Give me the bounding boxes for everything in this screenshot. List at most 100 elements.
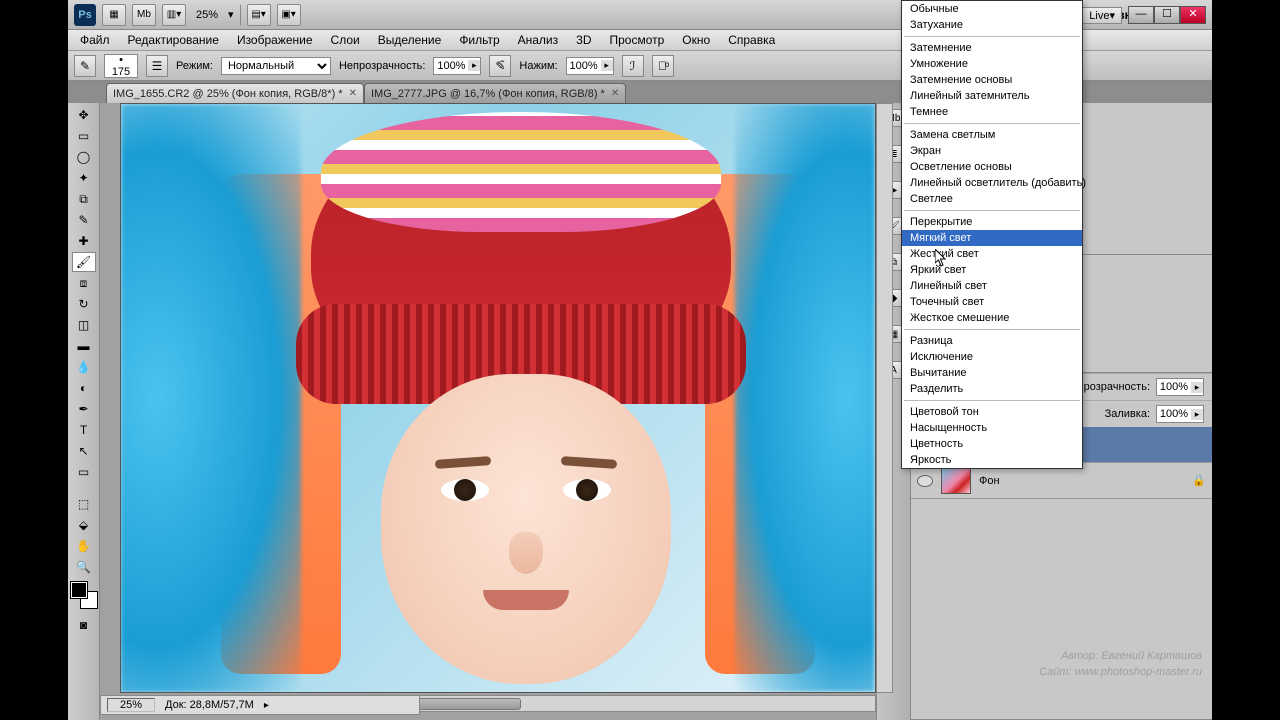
- blend-mode-option[interactable]: Точечный свет: [902, 294, 1082, 310]
- close-tab-icon[interactable]: ✕: [611, 88, 619, 99]
- blend-mode-option[interactable]: Умножение: [902, 56, 1082, 72]
- blend-mode-option[interactable]: Насыщенность: [902, 420, 1082, 436]
- blend-mode-option[interactable]: Экран: [902, 143, 1082, 159]
- current-tool-icon[interactable]: ✎: [74, 55, 96, 77]
- minibridge-icon[interactable]: Mb: [132, 4, 156, 26]
- dodge-tool-icon[interactable]: ◐: [72, 378, 96, 398]
- blend-mode-option[interactable]: Линейный осветлитель (добавить): [902, 175, 1082, 191]
- blend-mode-option[interactable]: Разница: [902, 333, 1082, 349]
- eraser-tool-icon[interactable]: ◫: [72, 315, 96, 335]
- blend-mode-select[interactable]: Нормальный: [221, 57, 331, 75]
- menu-view[interactable]: Просмотр: [601, 31, 672, 49]
- visibility-icon[interactable]: [917, 475, 933, 487]
- type-tool-icon[interactable]: T: [72, 420, 96, 440]
- minimize-button[interactable]: —: [1128, 6, 1154, 24]
- blend-mode-option[interactable]: Линейный свет: [902, 278, 1082, 294]
- menu-edit[interactable]: Редактирование: [120, 31, 227, 49]
- blend-mode-option[interactable]: Яркий свет: [902, 262, 1082, 278]
- pressure-opacity-icon[interactable]: ✎̃: [489, 55, 511, 77]
- menu-select[interactable]: Выделение: [370, 31, 450, 49]
- document-tab[interactable]: IMG_1655.CR2 @ 25% (Фон копия, RGB/8*) *…: [106, 83, 364, 103]
- blur-tool-icon[interactable]: 💧: [72, 357, 96, 377]
- blend-mode-dropdown[interactable]: ОбычныеЗатухание ЗатемнениеУмножениеЗатем…: [901, 0, 1083, 469]
- pressure-size-icon[interactable]: ✎ͦ: [652, 55, 674, 77]
- flow-label: Нажим:: [519, 60, 557, 72]
- menu-window[interactable]: Окно: [674, 31, 718, 49]
- menu-3d[interactable]: 3D: [568, 31, 599, 49]
- hand-tool-icon[interactable]: ✋: [72, 536, 96, 556]
- blend-mode-option[interactable]: Затемнение: [902, 40, 1082, 56]
- menu-layer[interactable]: Слои: [323, 31, 368, 49]
- blend-mode-option[interactable]: Осветление основы: [902, 159, 1082, 175]
- document-tab[interactable]: IMG_2777.JPG @ 16,7% (Фон копия, RGB/8) …: [364, 83, 626, 103]
- cs-live-button[interactable]: Live▾: [1082, 7, 1122, 24]
- blend-mode-option[interactable]: Разделить: [902, 381, 1082, 397]
- lasso-tool-icon[interactable]: ◯: [72, 147, 96, 167]
- vertical-scrollbar[interactable]: [876, 103, 893, 693]
- arrange-icon[interactable]: ▤▾: [247, 4, 271, 26]
- maximize-button[interactable]: ☐: [1154, 6, 1180, 24]
- healing-tool-icon[interactable]: ✚: [72, 231, 96, 251]
- view-extras-icon[interactable]: ▥▾: [162, 4, 186, 26]
- blend-mode-option[interactable]: Светлее: [902, 191, 1082, 207]
- blend-mode-option[interactable]: Темнее: [902, 104, 1082, 120]
- stamp-tool-icon[interactable]: ⧈: [72, 273, 96, 293]
- blend-mode-option[interactable]: Затемнение основы: [902, 72, 1082, 88]
- color-swatch[interactable]: [71, 582, 97, 608]
- wand-tool-icon[interactable]: ✦: [72, 168, 96, 188]
- bridge-icon[interactable]: ▦: [102, 4, 126, 26]
- menu-filter[interactable]: Фильтр: [451, 31, 507, 49]
- close-tab-icon[interactable]: ✕: [349, 88, 357, 99]
- blend-mode-option[interactable]: Перекрытие: [902, 214, 1082, 230]
- document-canvas[interactable]: [120, 103, 876, 693]
- menu-image[interactable]: Изображение: [229, 31, 321, 49]
- blend-mode-option[interactable]: Жесткое смешение: [902, 310, 1082, 326]
- blend-mode-option[interactable]: Жесткий свет: [902, 246, 1082, 262]
- menu-help[interactable]: Справка: [720, 31, 783, 49]
- opacity-input[interactable]: ▸: [433, 57, 481, 75]
- menu-separator: [904, 123, 1080, 124]
- blend-mode-option[interactable]: Вычитание: [902, 365, 1082, 381]
- 3d-tool-icon[interactable]: ⬚: [72, 494, 96, 514]
- layer-fill-label: Заливка:: [1105, 408, 1150, 420]
- tab-label: IMG_2777.JPG @ 16,7% (Фон копия, RGB/8) …: [371, 88, 605, 100]
- status-bar: 25% Док: 28,8M/57,7M ▸: [100, 695, 420, 715]
- menu-separator: [904, 210, 1080, 211]
- brush-tool-icon[interactable]: 🖌: [72, 252, 96, 272]
- layer-fill-input[interactable]: ▸: [1156, 405, 1204, 423]
- canvas-area: 25% Док: 28,8M/57,7M ▸: [100, 103, 876, 720]
- gradient-tool-icon[interactable]: ▬: [72, 336, 96, 356]
- blend-mode-option[interactable]: Затухание: [902, 17, 1082, 33]
- brush-preset-picker[interactable]: •175: [104, 54, 138, 78]
- eyedropper-tool-icon[interactable]: ✎: [72, 210, 96, 230]
- close-button[interactable]: ✕: [1180, 6, 1206, 24]
- path-tool-icon[interactable]: ↖: [72, 441, 96, 461]
- watermark: Автор: Евгений Карташов Сайт: www.photos…: [1039, 649, 1202, 680]
- screen-mode-icon[interactable]: ▣▾: [277, 4, 301, 26]
- blend-mode-option[interactable]: Замена светлым: [902, 127, 1082, 143]
- 3d-camera-icon[interactable]: ⬙: [72, 515, 96, 535]
- airbrush-icon[interactable]: ℐ: [622, 55, 644, 77]
- quickmask-icon[interactable]: ◙: [72, 615, 96, 635]
- brush-panel-icon[interactable]: ☰: [146, 55, 168, 77]
- status-zoom[interactable]: 25%: [107, 698, 155, 712]
- shape-tool-icon[interactable]: ▭: [72, 462, 96, 482]
- blend-mode-option[interactable]: Цветовой тон: [902, 404, 1082, 420]
- blend-mode-option[interactable]: Цветность: [902, 436, 1082, 452]
- blend-mode-option[interactable]: Обычные: [902, 1, 1082, 17]
- zoom-tool-icon[interactable]: 🔍: [72, 557, 96, 577]
- layer-opacity-input[interactable]: ▸: [1156, 378, 1204, 396]
- pen-tool-icon[interactable]: ✒: [72, 399, 96, 419]
- crop-tool-icon[interactable]: ⧉: [72, 189, 96, 209]
- menu-analysis[interactable]: Анализ: [510, 31, 567, 49]
- blend-mode-option[interactable]: Исключение: [902, 349, 1082, 365]
- move-tool-icon[interactable]: ✥: [72, 105, 96, 125]
- blend-mode-option[interactable]: Яркость: [902, 452, 1082, 468]
- marquee-tool-icon[interactable]: ▭: [72, 126, 96, 146]
- blend-mode-option[interactable]: Мягкий свет: [902, 230, 1082, 246]
- blend-mode-option[interactable]: Линейный затемнитель: [902, 88, 1082, 104]
- zoom-level[interactable]: 25%: [192, 8, 222, 22]
- history-brush-icon[interactable]: ↻: [72, 294, 96, 314]
- flow-input[interactable]: ▸: [566, 57, 614, 75]
- menu-file[interactable]: Файл: [72, 31, 118, 49]
